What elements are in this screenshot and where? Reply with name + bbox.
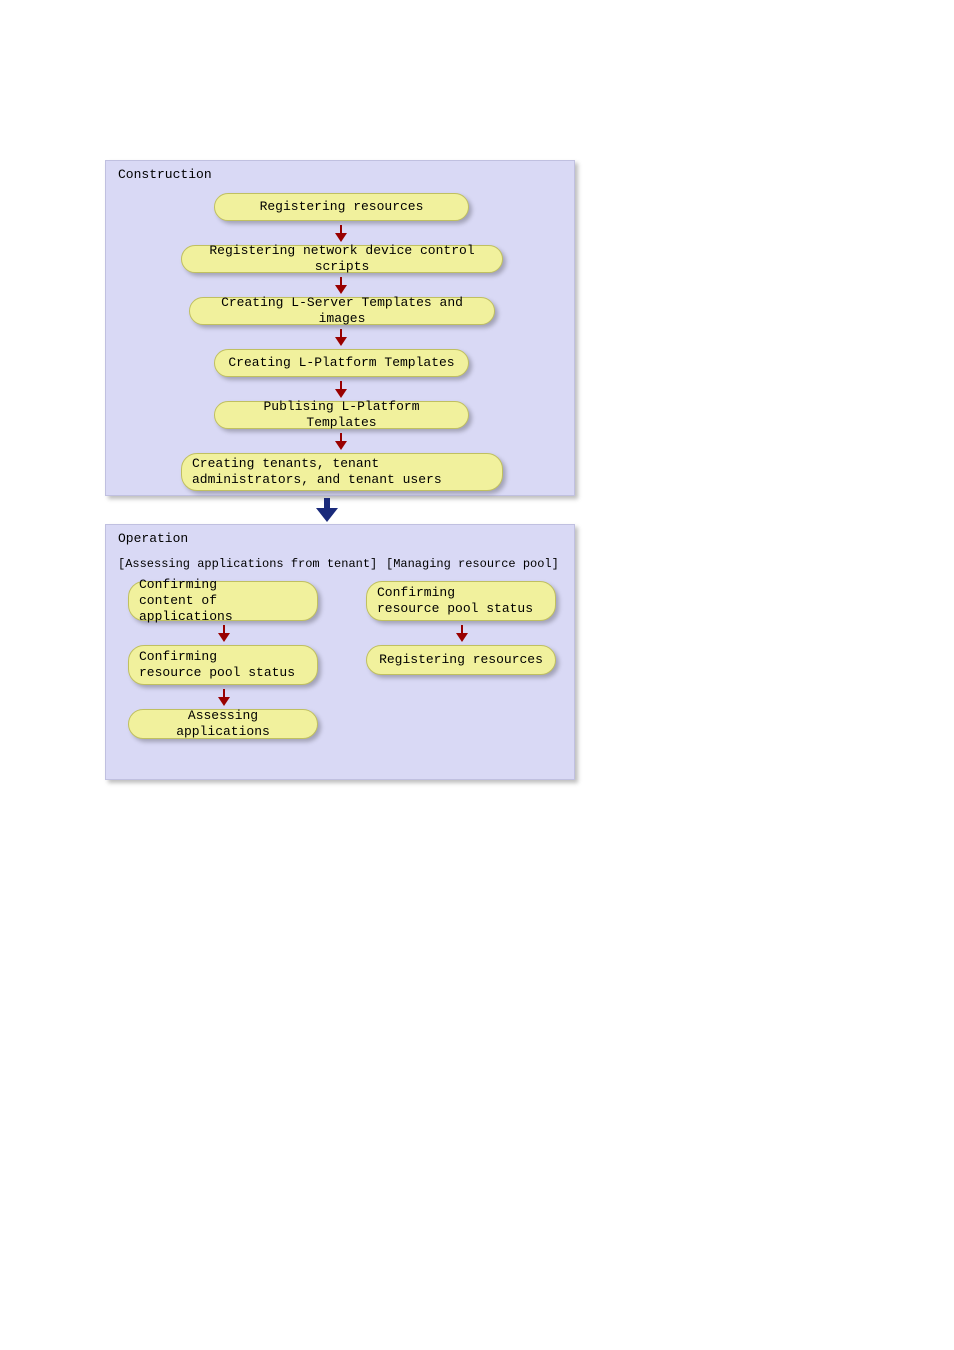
step-register-resources: Registering resources (214, 193, 469, 221)
arrow-down-large-icon (316, 498, 338, 524)
step-confirm-resource-pool-left: Confirming resource pool status (128, 645, 318, 685)
arrow-down-icon (456, 625, 468, 643)
arrow-down-icon (218, 689, 230, 707)
arrow-down-icon (335, 225, 347, 243)
step-registering-resources-right: Registering resources (366, 645, 556, 675)
arrow-down-icon (218, 625, 230, 643)
step-create-tenants: Creating tenants, tenant administrators,… (181, 453, 503, 491)
step-create-lserver-templates: Creating L-Server Templates and images (189, 297, 495, 325)
arrow-down-icon (335, 433, 347, 451)
step-publish-lplatform-templates: Publising L-Platform Templates (214, 401, 469, 429)
operation-left-label: [Assessing applications from tenant] (118, 557, 377, 571)
step-confirm-application-content: Confirming content of applications (128, 581, 318, 621)
operation-panel: Operation [Assessing applications from t… (105, 524, 575, 780)
arrow-down-icon (335, 329, 347, 347)
construction-title: Construction (118, 167, 212, 182)
operation-right-label: [Managing resource pool] (386, 557, 559, 571)
construction-panel: Construction Registering resources Regis… (105, 160, 575, 496)
step-assessing-applications: Assessing applications (128, 709, 318, 739)
step-create-lplatform-templates: Creating L-Platform Templates (214, 349, 469, 377)
arrow-down-icon (335, 277, 347, 295)
step-register-network-scripts: Registering network device control scrip… (181, 245, 503, 273)
step-confirm-resource-pool-right: Confirming resource pool status (366, 581, 556, 621)
arrow-down-icon (335, 381, 347, 399)
operation-title: Operation (118, 531, 188, 546)
